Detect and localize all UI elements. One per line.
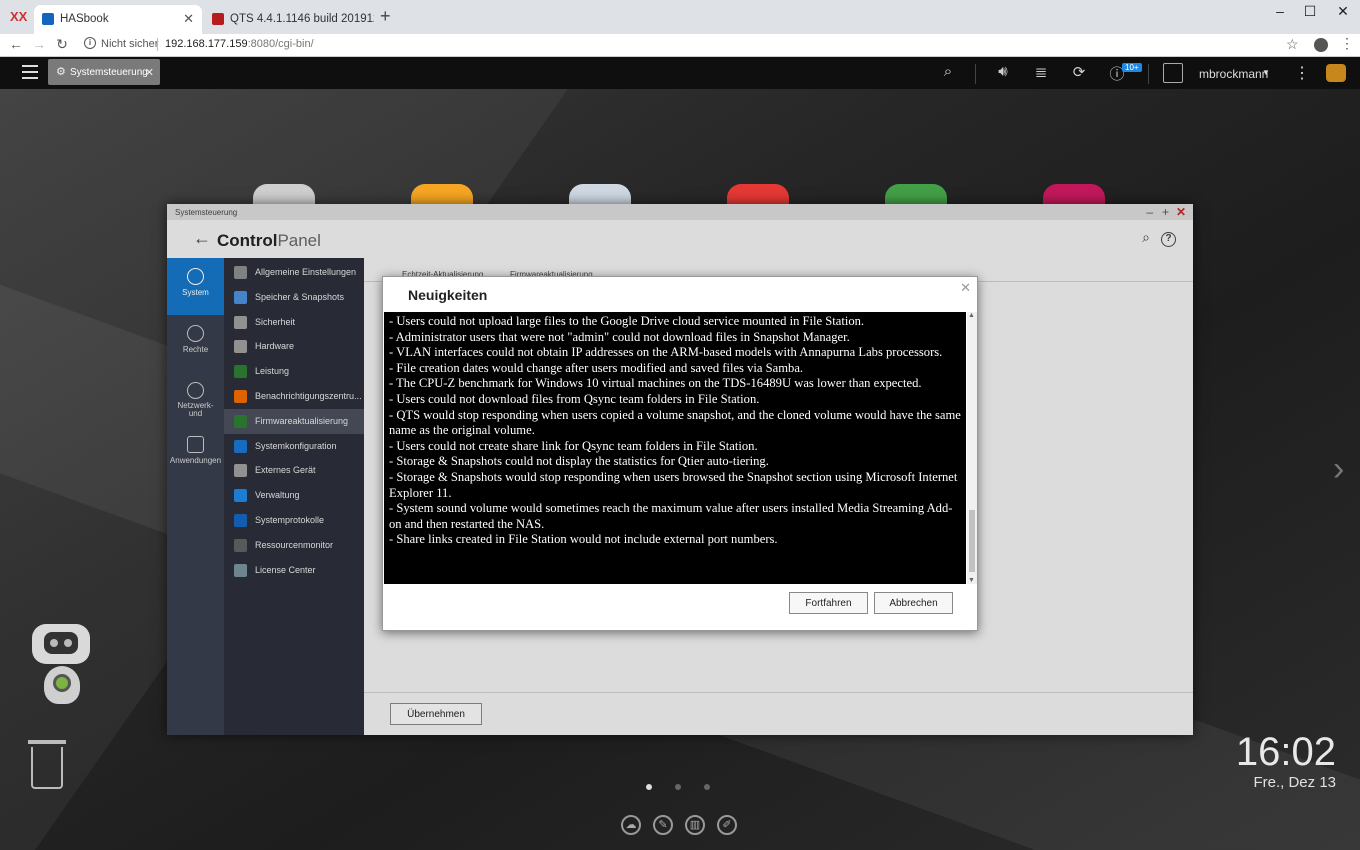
release-note-line: - Storage & Snapshots could not display … [389,454,769,469]
page-dot[interactable] [646,784,652,790]
browser-tab-hasbook[interactable]: HASbook ✕ [34,5,202,34]
release-note-line: - The CPU-Z benchmark for Windows 10 vir… [389,376,922,391]
release-note-line: - Users could not upload large files to … [389,314,865,328]
profile-icon[interactable] [1314,38,1328,52]
browser-logo-icon: XX [10,9,28,24]
new-tab-icon[interactable]: + [380,6,391,27]
volume-icon[interactable]: 🔊︎ [993,63,1013,83]
qts-favicon-icon [212,13,224,25]
background-tasks-icon[interactable]: ≣ [1031,63,1051,83]
release-note-line: - File creation dates would change after… [389,360,804,375]
qboost-robot-icon[interactable] [26,624,98,710]
main-menu-icon[interactable] [22,65,38,79]
browser-tab-qts[interactable]: QTS 4.4.1.1146 build 20191206 | [204,5,374,34]
bookmark-star-icon[interactable]: ☆ [1286,36,1299,53]
feedback-icon[interactable]: ✐ [717,815,737,835]
page-dot[interactable] [704,784,710,790]
next-page-icon[interactable]: › [1333,450,1344,489]
url-path: :8080/cgi-bin/ [247,38,314,50]
external-device-icon[interactable]: ⟳ [1069,63,1089,83]
release-note-line: - Storage & Snapshots would stop respond… [389,469,958,500]
not-secure-label[interactable]: Nicht sicher [101,38,158,50]
search-icon[interactable]: ⌕ [938,63,958,83]
dialog-title: Neuigkeiten [408,287,488,303]
continue-button[interactable]: Fortfahren [789,592,868,614]
username[interactable]: mbrockmann [1199,67,1268,81]
scrollbar[interactable]: ▲ ▼ [967,312,977,584]
utility-icon[interactable]: ✎ [653,815,673,835]
desktop-clock: 16:02 [1235,730,1336,774]
release-note-line: - VLAN interfaces could not obtain IP ad… [389,345,943,360]
url-host: 192.168.177.159 [165,38,248,50]
task-label: Systemsteuerung [70,67,148,78]
info-icon[interactable]: i [84,37,96,49]
back-icon[interactable]: ← [8,36,24,52]
notification-badge: 10+ [1122,63,1142,72]
cancel-button[interactable]: Abbrechen [874,592,953,614]
gear-icon: ⚙ [56,66,66,78]
reload-icon[interactable]: ↻ [54,36,70,53]
user-avatar-icon[interactable] [1163,63,1183,83]
release-note-line: - Users could not create share link for … [389,438,758,453]
divider [157,38,158,51]
tab-title: QTS 4.4.1.1146 build 20191206 | [230,13,374,25]
release-notes: - Users could not upload large files to … [384,312,966,584]
minimize-icon[interactable]: – [1270,3,1290,19]
scroll-up-icon[interactable]: ▲ [968,312,975,319]
divider [975,64,976,84]
release-note-line: - Administrator users that were not "adm… [389,329,850,344]
taskbar-systemsteuerung[interactable]: ⚙ Systemsteuerung ✕ [48,59,160,85]
chevron-down-icon[interactable]: ▼ [1262,68,1270,77]
address-bar: ← → ↻ i Nicht sicher 192.168.177.159:808… [0,34,1360,57]
scroll-down-icon[interactable]: ▼ [968,577,975,584]
maximize-icon[interactable]: ☐ [1300,3,1320,20]
hasbook-favicon-icon [42,13,54,25]
close-window-icon[interactable]: ✕ [1333,3,1353,20]
scroll-thumb[interactable] [969,510,975,572]
page-indicator [646,777,733,795]
dashboard-icon[interactable] [1326,64,1346,82]
release-note-line: - Users could not download files from Qs… [389,391,760,406]
library-icon[interactable]: ▥ [685,815,705,835]
myqnapcloud-icon[interactable]: ☁ [621,815,641,835]
browser-menu-icon[interactable]: ⋮ [1340,35,1354,52]
qts-top-bar: ⚙ Systemsteuerung ✕ ⌕ 🔊︎ ≣ ⟳ ⓘ 10+ mbroc… [0,57,1360,89]
release-note-line: - System sound volume would sometimes re… [389,501,953,531]
tab-title: HASbook [60,13,109,25]
desktop-date: Fre., Dez 13 [1253,774,1336,791]
release-note-line: - QTS would stop responding when users c… [389,407,961,438]
news-dialog: Neuigkeiten ✕ - Users could not upload l… [382,276,978,631]
release-note-line: - Share links created in File Station wo… [389,532,778,547]
close-tab-icon[interactable]: ✕ [183,11,194,27]
page-dot[interactable] [675,784,681,790]
close-task-icon[interactable]: ✕ [145,66,154,79]
forward-icon[interactable]: → [31,36,47,52]
url-field[interactable]: 192.168.177.159:8080/cgi-bin/ [165,38,314,50]
more-options-icon[interactable]: ⋮ [1294,63,1310,83]
browser-tab-bar: XX HASbook ✕ QTS 4.4.1.1146 build 201912… [0,0,1360,34]
close-icon[interactable]: ✕ [960,280,971,296]
dock: ☁ ✎ ▥ ✐ [621,815,749,835]
trash-icon[interactable] [28,740,66,790]
divider [1148,64,1149,84]
